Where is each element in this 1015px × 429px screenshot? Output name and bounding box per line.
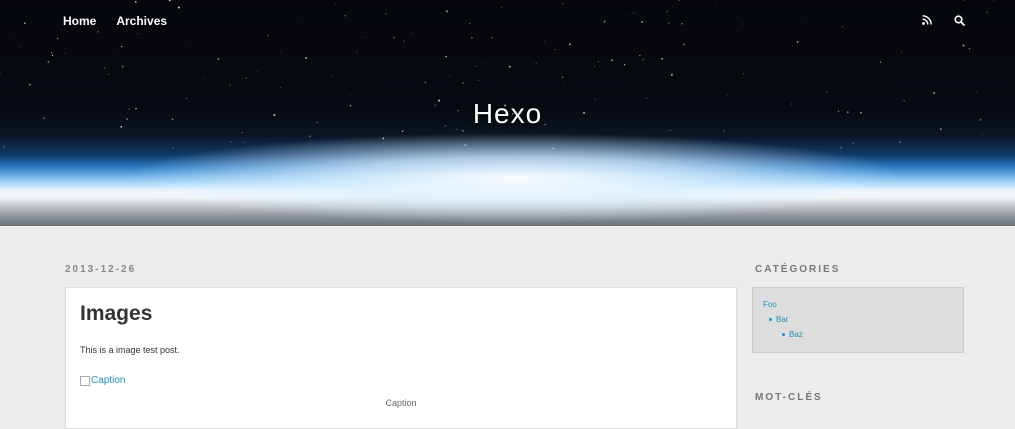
category-item-baz: Baz	[782, 330, 803, 339]
broken-image-icon	[80, 375, 90, 386]
post-figure: Caption	[80, 375, 125, 386]
rss-icon[interactable]	[919, 12, 935, 28]
post-body: This is a image test post.	[80, 345, 180, 355]
main-nav: Home Archives	[63, 14, 187, 28]
nav-home[interactable]: Home	[63, 14, 96, 28]
tags-title: MOT-CLÉS	[755, 392, 823, 403]
categories-title: CATÉGORIES	[755, 264, 841, 275]
post-article: Images This is a image test post. Captio…	[65, 287, 737, 429]
category-item-bar: Bar	[769, 315, 788, 324]
category-baz[interactable]: Baz	[789, 330, 803, 339]
categories-widget: Foo Bar Baz	[752, 287, 964, 353]
category-bar[interactable]: Bar	[776, 315, 788, 324]
site-title[interactable]: Hexo	[0, 98, 1015, 130]
header-banner: Home Archives Hexo	[0, 0, 1015, 226]
search-icon[interactable]	[951, 12, 967, 28]
category-foo[interactable]: Foo	[763, 300, 777, 309]
nav-icons	[919, 12, 967, 28]
bullet-icon	[769, 318, 772, 321]
nav-archives[interactable]: Archives	[116, 14, 167, 28]
bullet-icon	[782, 333, 785, 336]
post-date[interactable]: 2013-12-26	[65, 264, 136, 275]
post-title[interactable]: Images	[80, 302, 152, 326]
image-link[interactable]: Caption	[91, 375, 125, 386]
